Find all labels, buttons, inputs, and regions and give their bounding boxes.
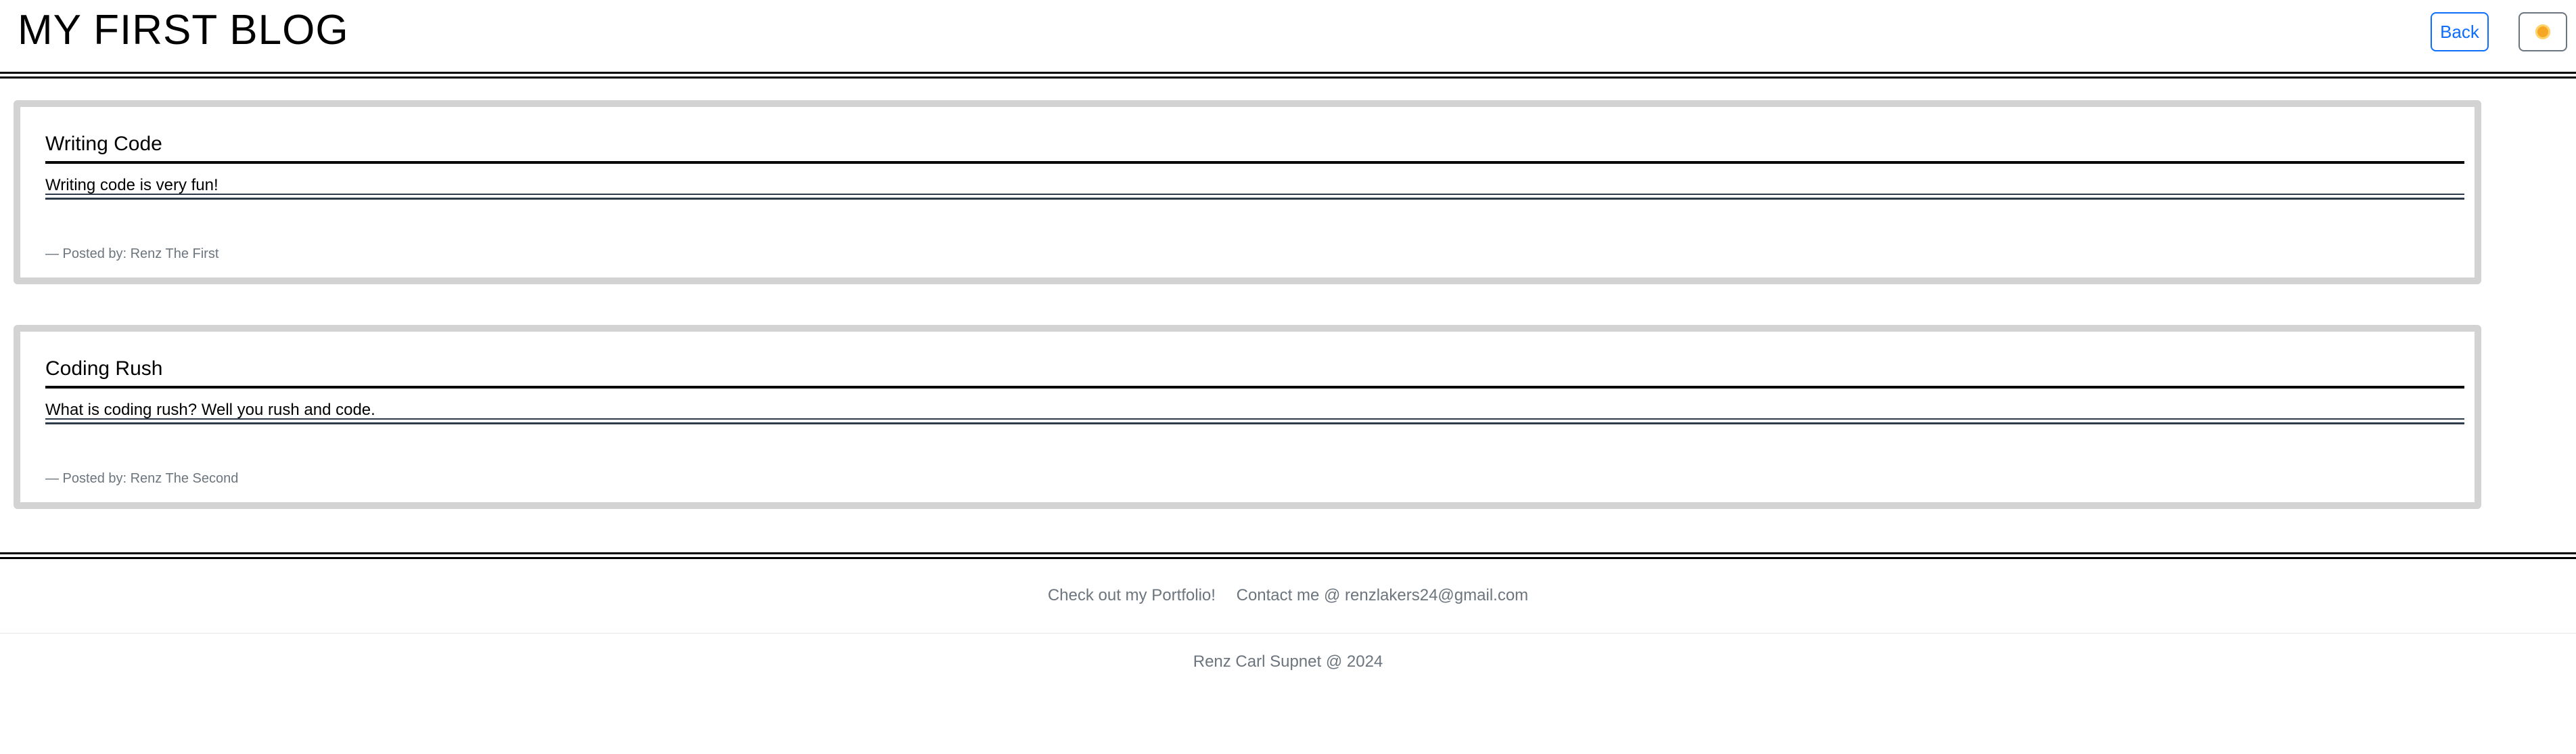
post-card: Writing Code Writing code is very fun! —… — [14, 100, 2481, 284]
post-author: — Posted by: Renz The Second — [45, 471, 239, 486]
post-body: Writing code is very fun! — [45, 176, 218, 194]
post-title: Writing Code — [45, 133, 162, 155]
post-body-divider — [45, 418, 2464, 424]
site-title: MY FIRST BLOG — [18, 7, 349, 53]
theme-toggle-button[interactable] — [2518, 12, 2567, 51]
footer-top-divider — [0, 552, 2576, 559]
contact-text: Contact me @ renzlakers24@gmail.com — [1236, 586, 1529, 604]
footer-divider — [0, 633, 2576, 634]
site-header: MY FIRST BLOG Back — [0, 0, 2576, 73]
header-divider — [0, 72, 2576, 79]
blog-page: MY FIRST BLOG Back Writing Code Writing … — [0, 0, 2576, 754]
post-title: Coding Rush — [45, 357, 163, 380]
sun-icon — [2535, 24, 2550, 39]
copyright-text: Renz Carl Supnet @ 2024 — [1193, 652, 1383, 671]
post-card: Coding Rush What is coding rush? Well yo… — [14, 325, 2481, 509]
post-title-divider — [45, 161, 2464, 164]
post-author: — Posted by: Renz The First — [45, 246, 219, 261]
back-button[interactable]: Back — [2431, 12, 2489, 51]
post-body: What is coding rush? Well you rush and c… — [45, 401, 375, 419]
post-title-divider — [45, 386, 2464, 389]
portfolio-link[interactable]: Check out my Portfolio! — [1048, 586, 1216, 604]
footer-links: Check out my Portfolio! Contact me @ ren… — [0, 586, 2576, 605]
post-body-divider — [45, 194, 2464, 200]
